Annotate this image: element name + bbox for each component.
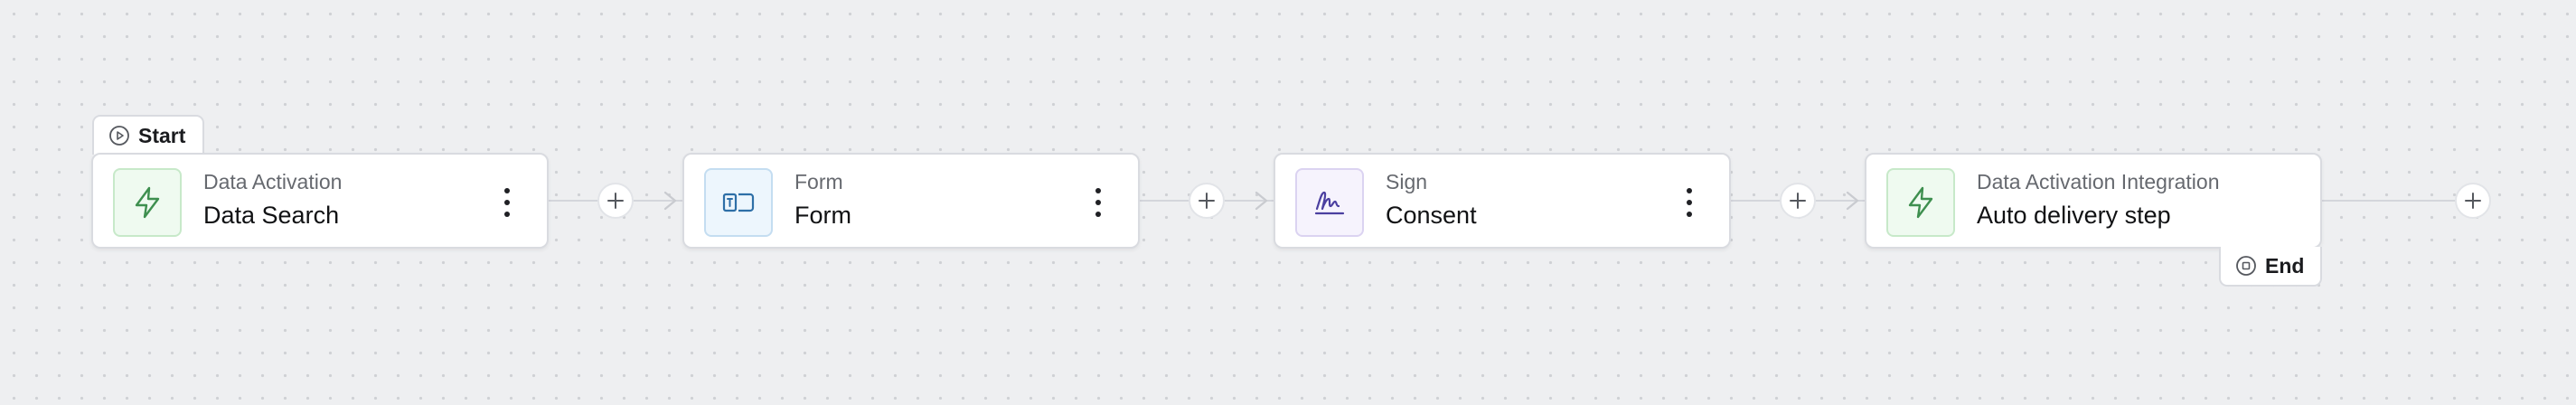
node-category: Data Activation Integration: [1977, 170, 2220, 193]
stop-circle-icon: [2236, 256, 2256, 276]
lightning-icon: [135, 186, 160, 219]
end-label: End: [2265, 253, 2305, 278]
start-tab: Start: [92, 115, 204, 155]
start-label: Start: [138, 123, 186, 147]
plus-icon: [1790, 193, 1806, 209]
node-icon-box: [113, 168, 182, 237]
node-title: Data Search: [203, 202, 340, 229]
node-title: Form: [794, 202, 851, 229]
end-tab: End: [2219, 247, 2322, 287]
node-category: Sign: [1386, 170, 1428, 193]
flow-node-data-search[interactable]: Data Activation Data Search: [91, 153, 549, 249]
add-step-button[interactable]: [1189, 183, 1225, 219]
node-menu-button[interactable]: [500, 184, 514, 221]
node-icon-box: [1295, 168, 1364, 237]
play-circle-icon: [109, 126, 129, 146]
signature-icon: [1314, 191, 1345, 215]
node-category: Form: [794, 170, 843, 193]
node-category: Data Activation: [203, 170, 343, 193]
node-title: Consent: [1386, 202, 1477, 229]
add-step-button[interactable]: [597, 183, 634, 219]
node-title: Auto delivery step: [1977, 202, 2171, 229]
plus-icon: [607, 193, 624, 209]
node-icon-box: [1886, 168, 1955, 237]
form-icon: [722, 193, 755, 212]
node-menu-button[interactable]: [1682, 184, 1697, 221]
flow-node-consent[interactable]: Sign Consent: [1274, 153, 1731, 249]
flow-node-auto-delivery[interactable]: Data Activation Integration Auto deliver…: [1865, 153, 2322, 249]
add-step-button[interactable]: [2455, 183, 2491, 219]
arrow-icon: [1846, 191, 1859, 211]
lightning-icon: [1908, 186, 1933, 219]
flow-node-form[interactable]: Form Form: [682, 153, 1140, 249]
arrow-icon: [663, 191, 677, 211]
plus-icon: [1199, 193, 1215, 209]
add-step-button[interactable]: [1780, 183, 1816, 219]
workflow-canvas[interactable]: Start Data Activation Data Search Form F…: [0, 0, 2576, 405]
node-icon-box: [704, 168, 773, 237]
plus-icon: [2465, 193, 2481, 209]
node-menu-button[interactable]: [1091, 184, 1105, 221]
arrow-icon: [1255, 191, 1268, 211]
